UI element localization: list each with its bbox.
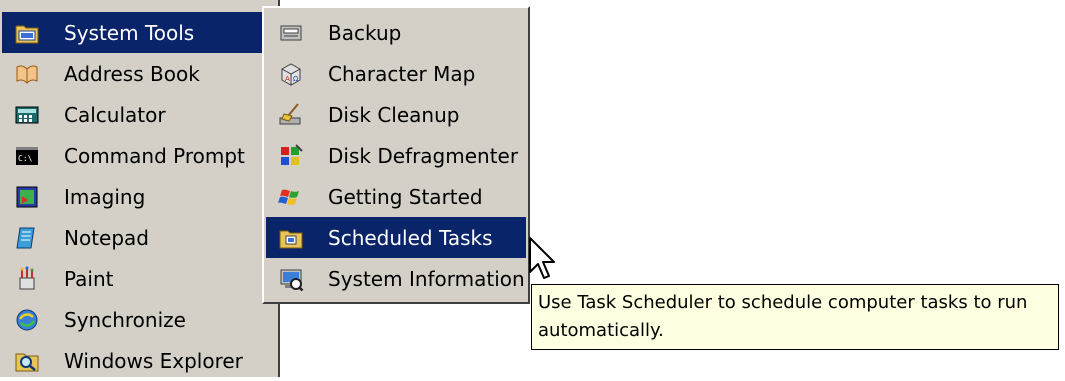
svg-text:C:\: C:\ <box>18 154 33 163</box>
menu-item-label: Windows Explorer <box>64 348 243 373</box>
scheduled-tasks-folder-icon <box>278 225 304 251</box>
menu-item-label: Address Book <box>64 61 200 86</box>
menu-item-disk-cleanup[interactable]: Disk Cleanup <box>266 94 526 135</box>
menu-item-label: System Tools <box>64 20 195 45</box>
menu-item-label: Disk Defragmenter <box>328 143 519 168</box>
menu-item-label: Getting Started <box>328 184 483 209</box>
character-map-icon: AΩ <box>278 61 304 87</box>
menu-item-address-book[interactable]: Address Book <box>2 53 276 94</box>
system-information-icon <box>278 266 304 292</box>
menu-item-system-information[interactable]: System Information <box>266 258 526 299</box>
tooltip-line: automatically. <box>538 320 664 341</box>
disk-defragmenter-icon <box>278 143 304 169</box>
menu-item-calculator[interactable]: Calculator <box>2 94 276 135</box>
menu-item-notepad[interactable]: Notepad <box>2 217 276 258</box>
svg-text:A: A <box>285 75 290 83</box>
menu-item-label: Calculator <box>64 102 166 127</box>
menu-item-label: System Information <box>328 266 525 291</box>
menu-item-windows-explorer[interactable]: Windows Explorer <box>2 340 276 381</box>
disk-cleanup-icon <box>278 102 304 128</box>
svg-text:Ω: Ω <box>293 75 299 83</box>
getting-started-icon <box>278 184 304 210</box>
imaging-icon <box>14 184 40 210</box>
menu-item-label: Paint <box>64 266 114 291</box>
menu-item-disk-defragmenter[interactable]: Disk Defragmenter <box>266 135 526 176</box>
command-prompt-icon: C:\ <box>14 143 40 169</box>
menu-item-synchronize[interactable]: Synchronize <box>2 299 276 340</box>
paint-icon <box>14 266 40 292</box>
menu-item-label: Synchronize <box>64 307 186 332</box>
system-tools-submenu: Backup AΩ Character Map Disk Cleanup Dis… <box>262 6 530 304</box>
mouse-cursor-icon <box>529 237 555 279</box>
tooltip: Use Task Scheduler to schedule computer … <box>531 284 1059 350</box>
windows-explorer-icon <box>14 348 40 374</box>
menu-item-imaging[interactable]: Imaging <box>2 176 276 217</box>
menu-item-label: Character Map <box>328 61 476 86</box>
accessories-menu: System Tools Address Book Calculator C:\… <box>0 0 280 377</box>
menu-item-scheduled-tasks[interactable]: Scheduled Tasks <box>266 217 526 258</box>
menu-item-system-tools[interactable]: System Tools <box>2 12 276 53</box>
menu-item-paint[interactable]: Paint <box>2 258 276 299</box>
menu-item-label: Notepad <box>64 225 149 250</box>
calculator-icon <box>14 102 40 128</box>
synchronize-icon <box>14 307 40 333</box>
menu-item-backup[interactable]: Backup <box>266 12 526 53</box>
menu-item-command-prompt[interactable]: C:\ Command Prompt <box>2 135 276 176</box>
system-tools-folder-icon <box>14 20 40 46</box>
menu-item-getting-started[interactable]: Getting Started <box>266 176 526 217</box>
menu-item-label: Backup <box>328 20 402 45</box>
address-book-icon <box>14 61 40 87</box>
menu-item-label: Command Prompt <box>64 143 245 168</box>
menu-item-label: Imaging <box>64 184 146 209</box>
menu-item-label: Scheduled Tasks <box>328 225 493 250</box>
tooltip-line: Use Task Scheduler to schedule computer … <box>538 292 1028 313</box>
backup-icon <box>278 20 304 46</box>
menu-item-label: Disk Cleanup <box>328 102 460 127</box>
menu-item-character-map[interactable]: AΩ Character Map <box>266 53 526 94</box>
notepad-icon <box>14 225 40 251</box>
